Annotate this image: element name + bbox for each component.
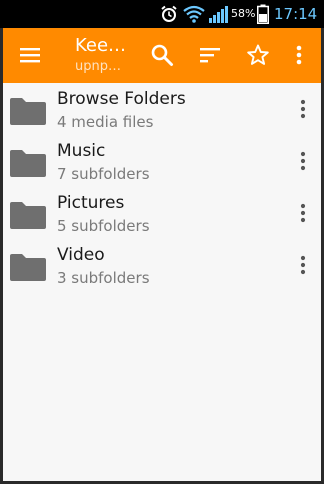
list-item-title: Video (57, 245, 105, 265)
search-icon[interactable] (150, 43, 174, 67)
folder-icon (10, 254, 46, 281)
app-title: Kee… (75, 35, 127, 56)
list-item-music[interactable]: Music 7 subfolders (3, 135, 321, 187)
folder-icon (10, 150, 46, 177)
list-item-subtitle: 4 media files (57, 113, 154, 131)
more-vert-icon[interactable] (295, 253, 311, 277)
list-item-video[interactable]: Video 3 subfolders (3, 239, 321, 291)
list-item-pictures[interactable]: Pictures 5 subfolders (3, 187, 321, 239)
menu-icon[interactable] (20, 44, 40, 66)
list-item-title: Pictures (57, 193, 125, 213)
alarm-icon (161, 5, 177, 22)
battery-percent: 58% (231, 7, 256, 20)
list-item-subtitle: 3 subfolders (57, 269, 150, 287)
more-vert-icon[interactable] (289, 43, 309, 67)
list-item-browse-folders[interactable]: Browse Folders 4 media files (3, 83, 321, 135)
star-icon[interactable] (246, 43, 270, 67)
status-time: 17:14 (274, 5, 318, 23)
app-subtitle: upnp… (75, 59, 121, 74)
wifi-icon (183, 5, 205, 23)
app-bar: Kee… upnp… (3, 28, 321, 83)
signal-icon (209, 6, 228, 23)
more-vert-icon[interactable] (295, 149, 311, 173)
folder-icon (10, 202, 46, 229)
title-block: Kee… upnp… (75, 34, 135, 76)
more-vert-icon[interactable] (295, 201, 311, 225)
battery-icon (257, 4, 269, 24)
list-item-subtitle: 5 subfolders (57, 217, 150, 235)
list-item-title: Browse Folders (57, 89, 186, 109)
device-frame: 58% 17:14 Kee… upnp… Browse Folders 4 me… (0, 0, 324, 484)
list-item-subtitle: 7 subfolders (57, 165, 150, 183)
more-vert-icon[interactable] (295, 97, 311, 121)
folder-icon (10, 98, 46, 125)
folder-list: Browse Folders 4 media files Music 7 sub… (3, 83, 321, 481)
status-bar: 58% 17:14 (0, 0, 324, 28)
list-item-title: Music (57, 141, 106, 161)
sort-icon[interactable] (198, 43, 222, 67)
